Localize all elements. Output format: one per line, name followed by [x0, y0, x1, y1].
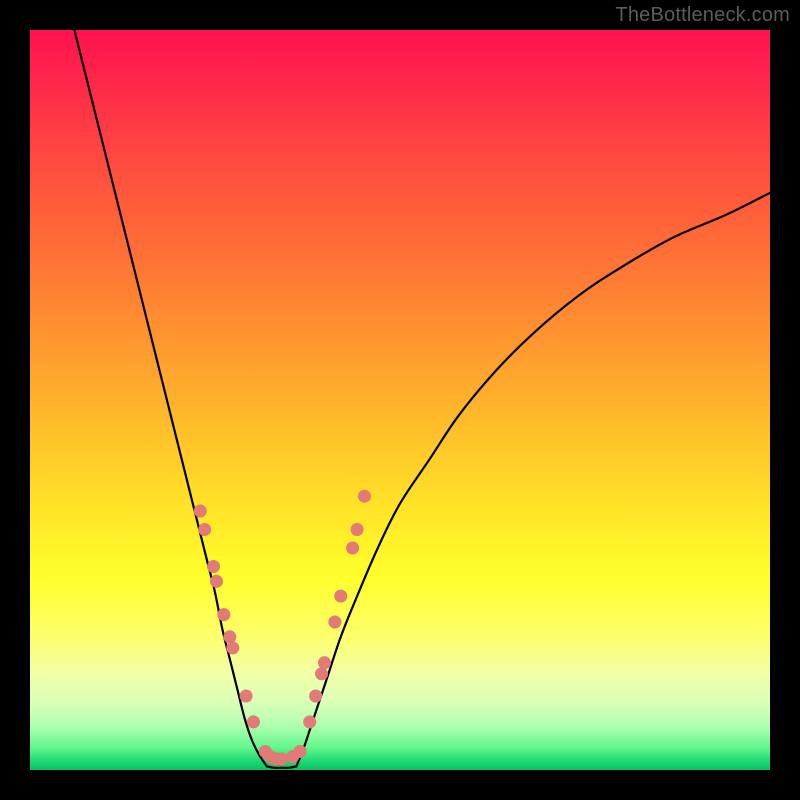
marker-dot [294, 745, 307, 758]
chart-svg [30, 30, 770, 770]
chart-frame: TheBottleneck.com [0, 0, 800, 800]
marker-dot [247, 715, 260, 728]
marker-dot [240, 690, 253, 703]
marker-dot [210, 575, 223, 588]
marker-dot [207, 560, 220, 573]
marker-dot [318, 656, 331, 669]
floor-curve [267, 766, 297, 768]
marker-dot [315, 667, 328, 680]
marker-dot [198, 523, 211, 536]
right-curve [296, 193, 770, 767]
marker-dot [226, 641, 239, 654]
marker-dot [275, 752, 288, 765]
marker-dot [351, 523, 364, 536]
watermark-text: TheBottleneck.com [615, 4, 790, 27]
marker-dot [358, 490, 371, 503]
marker-dot [309, 690, 322, 703]
marker-dot [334, 590, 347, 603]
marker-dot [217, 608, 230, 621]
left-curve [74, 30, 266, 766]
marker-dot [303, 715, 316, 728]
marker-dot [194, 505, 207, 518]
marker-dot [346, 542, 359, 555]
plot-area [30, 30, 770, 770]
marker-dot [328, 616, 341, 629]
marker-dot [223, 630, 236, 643]
